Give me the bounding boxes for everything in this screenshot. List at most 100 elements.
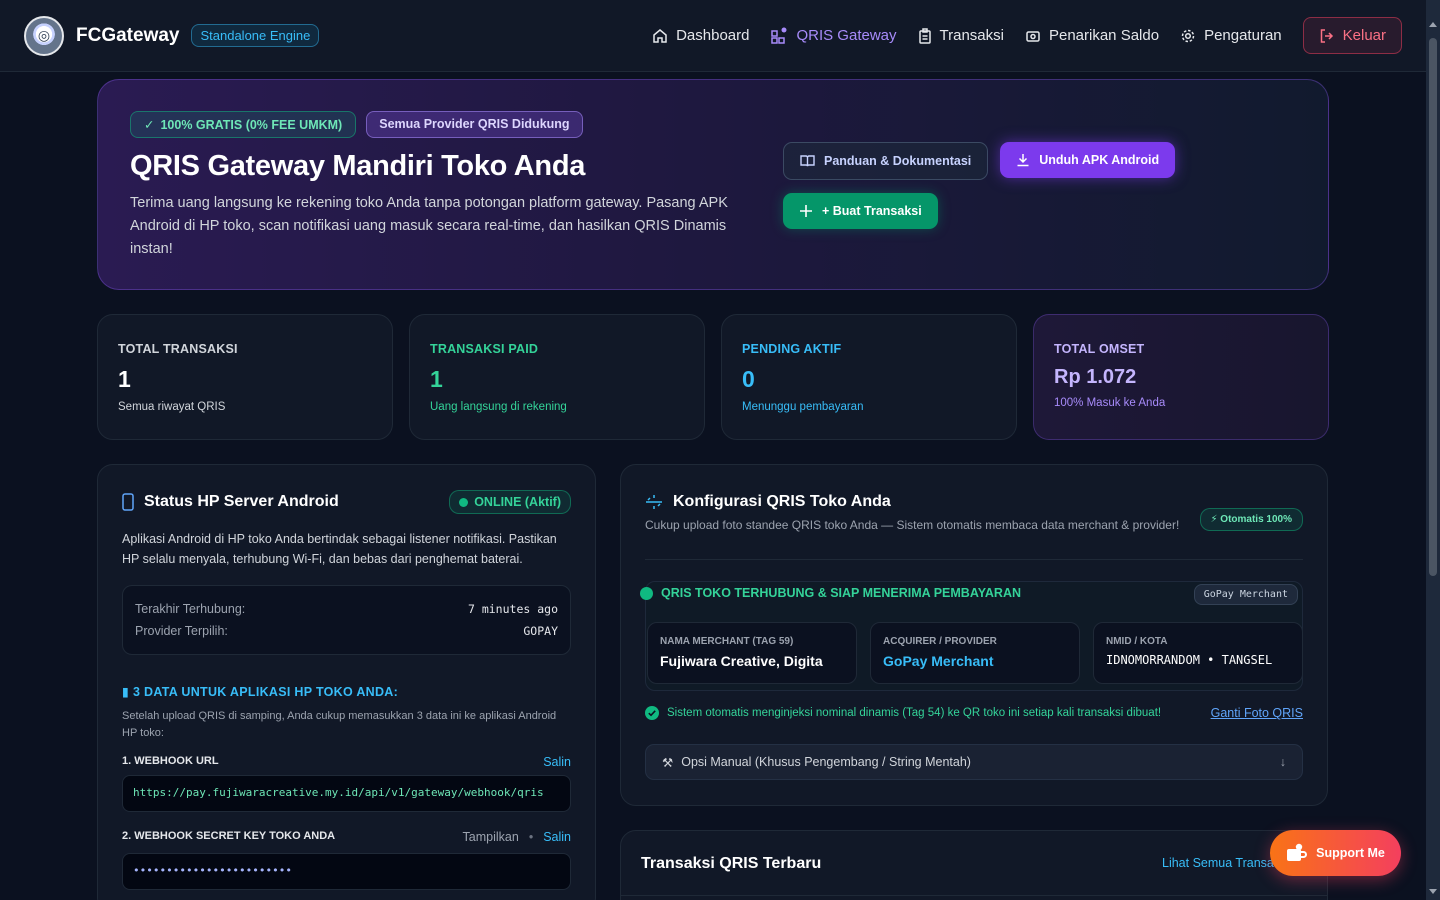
- qris-connected-box: QRIS TOKO TERHUBUNG & SIAP MENERIMA PEMB…: [640, 581, 1303, 691]
- book-icon: [800, 155, 815, 167]
- phone-small-icon: ▮: [122, 685, 130, 699]
- config-subtitle: Cukup upload foto standee QRIS toko Anda…: [645, 518, 1180, 532]
- hero-banner: ✓ 100% GRATIS (0% FEE UMKM) Semua Provid…: [97, 79, 1329, 290]
- qris-config-panel: Konfigurasi QRIS Toko Anda Cukup upload …: [620, 464, 1328, 806]
- nav-qris-gateway[interactable]: QRIS Gateway: [770, 27, 897, 45]
- brand-name[interactable]: FCGateway: [76, 25, 179, 47]
- nmid-value: IDNOMORRANDOM • TANGSEL: [1106, 653, 1273, 667]
- docs-button[interactable]: Panduan & Dokumentasi: [783, 142, 989, 180]
- logout-button[interactable]: Keluar: [1302, 17, 1402, 54]
- stat-value: Rp 1.072: [1054, 366, 1137, 388]
- free-badge: ✓ 100% GRATIS (0% FEE UMKM): [130, 111, 357, 138]
- docs-label: Panduan & Dokumentasi: [824, 154, 972, 168]
- qris-connected-heading: QRIS TOKO TERHUBUNG & SIAP MENERIMA PEMB…: [640, 586, 1021, 600]
- stat-sub: Semua riwayat QRIS: [118, 401, 226, 413]
- stat-label: PENDING AKTIF: [742, 342, 842, 356]
- connection-info-box: Terakhir Terhubung: 7 minutes ago Provid…: [122, 585, 571, 655]
- qr-icon: [771, 27, 787, 44]
- qris-connected-text: QRIS TOKO TERHUBUNG & SIAP MENERIMA PEMB…: [661, 586, 1021, 600]
- last-connected-label: Terakhir Terhubung:: [135, 602, 246, 616]
- last-connected-row: Terakhir Terhubung: 7 minutes ago: [135, 598, 558, 620]
- stat-total-omset: TOTAL OMSET Rp 1.072 100% Masuk ke Anda: [1033, 314, 1329, 440]
- app-data-heading: ▮ 3 DATA UNTUK APLIKASI HP TOKO ANDA:: [122, 684, 571, 699]
- online-status-text: ONLINE (Aktif): [474, 495, 561, 509]
- webhook-url-label: 1. WEBHOOK URL: [122, 755, 219, 767]
- secret-key-field[interactable]: ••••••••••••••••••••••••: [122, 853, 571, 890]
- show-secret-button[interactable]: Tampilkan: [463, 830, 519, 844]
- secret-key-label-row: 2. WEBHOOK SECRET KEY TOKO ANDA Tampilka…: [122, 830, 571, 844]
- webhook-url-field[interactable]: https://pay.fujiwaracreative.my.id/api/v…: [122, 775, 571, 812]
- nmid-label: NMID / KOTA: [1106, 636, 1168, 647]
- app-data-heading-text: 3 DATA UNTUK APLIKASI HP TOKO ANDA:: [132, 685, 399, 699]
- separator-dot: •: [528, 830, 534, 844]
- nav-links: Dashboard QRIS Gateway Transaksi Penarik…: [631, 17, 1402, 54]
- nav-penarikan-saldo[interactable]: Penarikan Saldo: [1025, 27, 1159, 44]
- tools-icon: ⚒: [662, 755, 674, 770]
- stat-sub: Uang langsung di rekening: [430, 401, 567, 413]
- nav-dashboard[interactable]: Dashboard: [652, 27, 749, 44]
- online-status-badge: ONLINE (Aktif): [449, 490, 571, 514]
- nav-pengaturan[interactable]: Pengaturan: [1180, 27, 1282, 44]
- stat-value: 0: [742, 366, 755, 392]
- copy-secret-button[interactable]: Salin: [543, 830, 571, 844]
- merchant-name-value: Fujiwara Creative, Digita: [660, 653, 823, 669]
- home-icon: [653, 28, 667, 43]
- webhook-url-label-row: 1. WEBHOOK URL Salin: [122, 755, 571, 769]
- wallet-icon: [1026, 30, 1040, 42]
- copy-webhook-url-button[interactable]: Salin: [543, 755, 571, 769]
- support-me-button[interactable]: Support Me: [1270, 830, 1401, 876]
- acquirer-card: ACQUIRER / PROVIDER GoPay Merchant: [870, 622, 1080, 684]
- nav-label: Dashboard: [676, 27, 750, 44]
- recent-transactions-panel: Transaksi QRIS Terbaru Lihat Semua Trans…: [620, 830, 1328, 900]
- providers-badge: Semua Provider QRIS Didukung: [366, 111, 583, 138]
- page-scrollbar[interactable]: [1426, 0, 1440, 900]
- recent-transactions-title: Transaksi QRIS Terbaru: [641, 855, 822, 872]
- nav-transaksi[interactable]: Transaksi: [918, 27, 1004, 44]
- secret-key-label: 2. WEBHOOK SECRET KEY TOKO ANDA: [122, 830, 336, 842]
- config-title-text: Konfigurasi QRIS Toko Anda: [673, 493, 891, 510]
- stat-sub: 100% Masuk ke Anda: [1054, 397, 1166, 409]
- config-title: Konfigurasi QRIS Toko Anda: [645, 493, 1185, 511]
- top-navbar: ◎ FCGateway Standalone Engine Dashboard …: [0, 0, 1426, 72]
- last-connected-value: 7 minutes ago: [467, 602, 558, 616]
- provider-value: GOPAY: [523, 624, 558, 638]
- download-apk-button[interactable]: Unduh APK Android: [1000, 142, 1176, 178]
- stat-total-transaksi: TOTAL TRANSAKSI 1 Semua riwayat QRIS: [97, 314, 393, 440]
- hero-button-row: Panduan & Dokumentasi Unduh APK Android: [783, 142, 1176, 180]
- download-apk-label: Unduh APK Android: [1039, 153, 1160, 167]
- brand-logo-icon[interactable]: ◎: [24, 15, 64, 56]
- webhook-url-actions: Salin: [543, 755, 571, 769]
- create-transaction-label: + Buat Transaksi: [822, 204, 922, 218]
- acquirer-value: GoPay Merchant: [883, 653, 994, 669]
- nav-label: Transaksi: [939, 27, 1004, 44]
- check-icon: ✓: [144, 118, 155, 132]
- free-badge-label: 100% GRATIS (0% FEE UMKM): [160, 117, 343, 132]
- stat-label: TRANSAKSI PAID: [430, 342, 539, 356]
- connected-dot-icon: [640, 586, 653, 600]
- logout-icon: [1320, 28, 1333, 43]
- phone-icon: [122, 493, 134, 511]
- stat-value: 1: [430, 366, 443, 392]
- app-data-description: Setelah upload QRIS di samping, Anda cuk…: [122, 710, 557, 739]
- hero-description: Terima uang langsung ke rekening toko An…: [130, 195, 728, 257]
- scroll-down-icon[interactable]: [1429, 889, 1437, 894]
- plus-icon: [800, 205, 812, 217]
- stat-sub: Menunggu pembayaran: [742, 401, 864, 413]
- hero-actions: Panduan & Dokumentasi Unduh APK Android …: [783, 142, 1176, 229]
- clipboard-icon: [918, 27, 931, 44]
- change-qris-photo-link[interactable]: Ganti Foto QRIS: [1211, 706, 1303, 720]
- recent-divider: [621, 895, 1327, 896]
- secret-key-actions: Tampilkan • Salin: [463, 830, 571, 844]
- manual-options-text: Opsi Manual (Khusus Pengembang / String …: [681, 755, 971, 769]
- logout-label: Keluar: [1342, 27, 1386, 44]
- create-transaction-button[interactable]: + Buat Transaksi: [783, 193, 938, 229]
- stat-transaksi-paid: TRANSAKSI PAID 1 Uang langsung di rekeni…: [409, 314, 705, 440]
- acquirer-label: ACQUIRER / PROVIDER: [883, 636, 997, 647]
- merchant-name-label: NAMA MERCHANT (TAG 59): [660, 636, 794, 647]
- config-divider: [645, 559, 1303, 560]
- manual-options-toggle[interactable]: ⚒ Opsi Manual (Khusus Pengembang / Strin…: [645, 744, 1303, 780]
- online-dot-icon: [459, 497, 469, 507]
- stat-label: TOTAL OMSET: [1054, 342, 1145, 356]
- scroll-thumb[interactable]: [1429, 38, 1437, 576]
- scroll-up-icon[interactable]: [1429, 22, 1437, 27]
